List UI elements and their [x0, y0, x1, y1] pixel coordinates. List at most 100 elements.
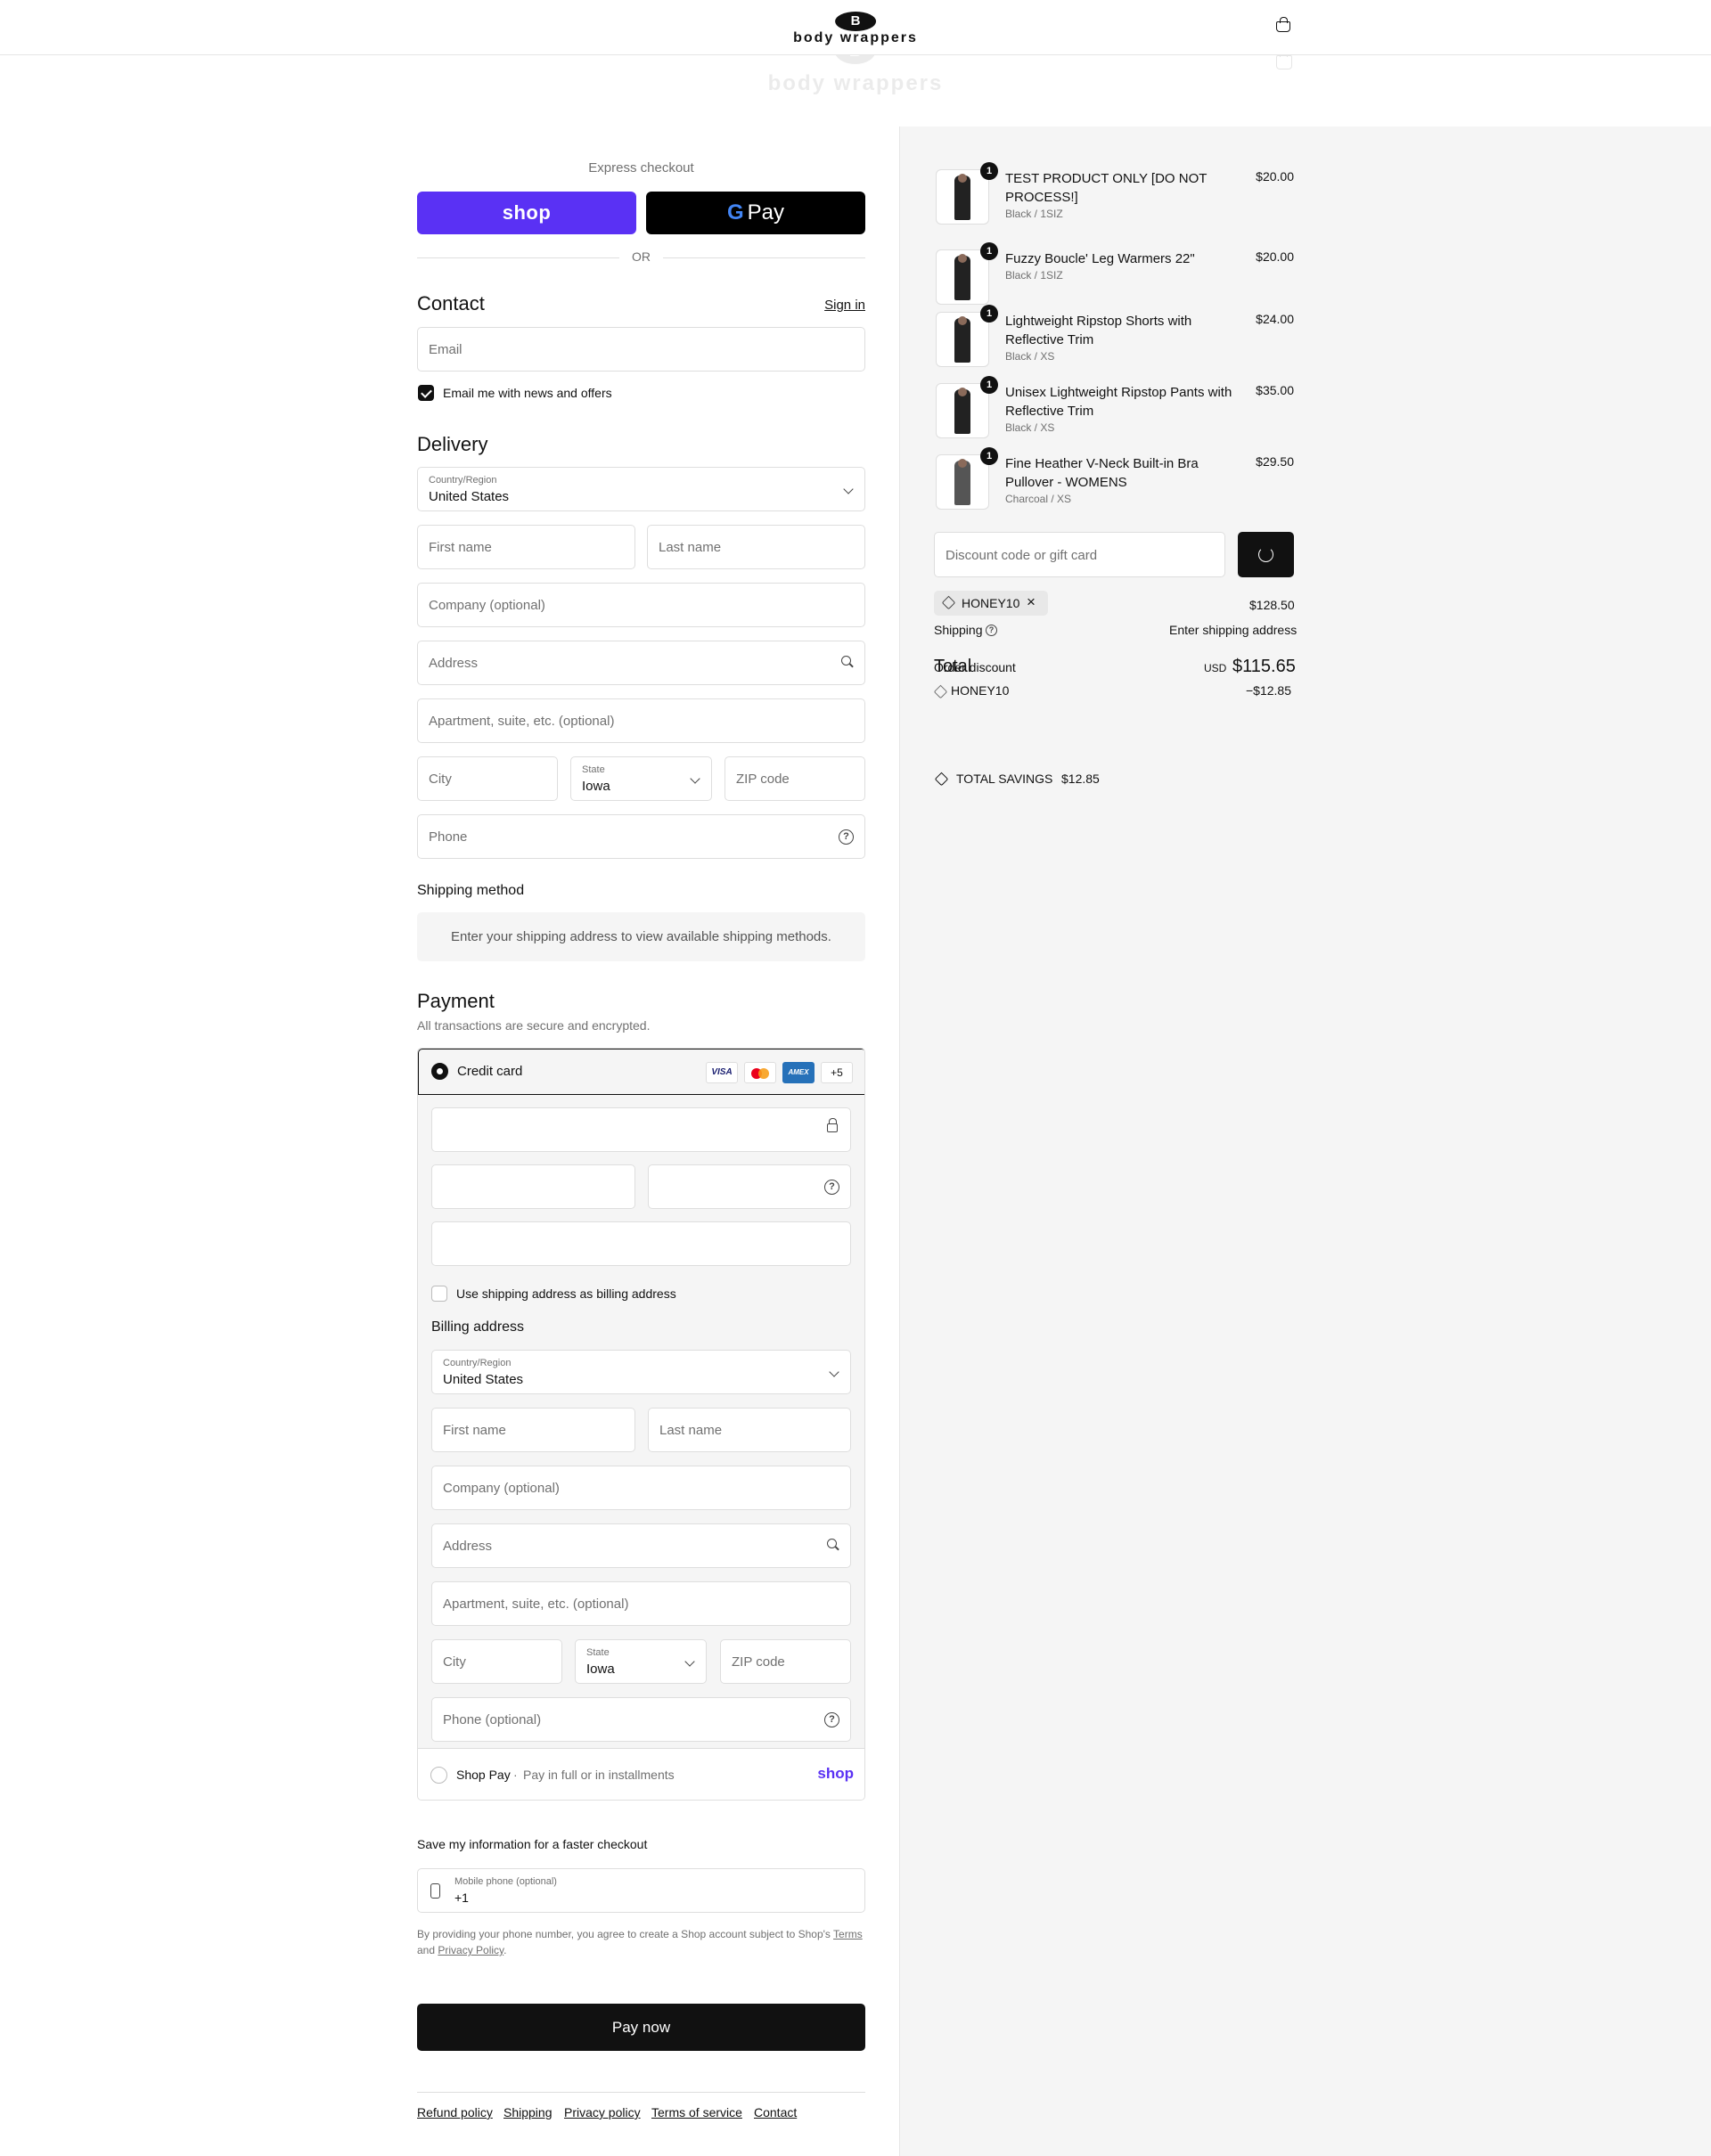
credit-card-label: Credit card — [457, 1064, 523, 1079]
google-g-icon: G — [726, 200, 744, 225]
billing-first-name-field[interactable]: First name — [431, 1408, 635, 1452]
product-variant: Black / 1SIZ — [1005, 269, 1063, 282]
newsletter-label: Email me with news and offers — [443, 386, 612, 400]
payment-methods: Credit card VISA AMEX +5 ? Use shipping … — [417, 1048, 865, 1801]
subtotal-value: $128.50 — [1249, 598, 1295, 612]
first-name-field[interactable]: First name — [417, 525, 635, 569]
billing-last-name-field[interactable]: Last name — [648, 1408, 851, 1452]
or-separator: OR — [632, 249, 651, 264]
billing-country-select[interactable]: Country/Region United States — [431, 1350, 851, 1394]
billing-address-field[interactable]: Address — [431, 1523, 851, 1568]
use-shipping-address-checkbox[interactable] — [431, 1286, 447, 1302]
product-name: Fuzzy Boucle' Leg Warmers 22" — [1005, 251, 1195, 266]
refund-policy-link[interactable]: Refund policy — [417, 2105, 493, 2119]
remove-discount-icon[interactable]: × — [1027, 593, 1036, 611]
help-icon[interactable]: ? — [824, 1712, 839, 1727]
product-price: $20.00 — [1256, 249, 1294, 264]
discount-code-label: HONEY10 — [951, 683, 1010, 698]
mobile-phone-field[interactable]: Mobile phone (optional) +1 — [417, 1868, 865, 1913]
credit-card-option[interactable]: Credit card VISA AMEX +5 — [418, 1049, 864, 1095]
discount-code-input[interactable]: Discount code or gift card — [934, 532, 1225, 577]
more-cards-badge: +5 — [821, 1062, 853, 1083]
privacy-policy-link[interactable]: Privacy Policy — [438, 1944, 503, 1956]
shop-pay-separator: · — [513, 1768, 518, 1782]
shipping-help-icon[interactable]: ? — [986, 625, 997, 636]
use-shipping-address-label: Use shipping address as billing address — [456, 1286, 676, 1301]
shop-pay-radio[interactable] — [430, 1767, 447, 1784]
shipping-link[interactable]: Shipping — [503, 2105, 553, 2119]
country-select[interactable]: Country/Region United States — [417, 467, 865, 511]
help-icon[interactable]: ? — [824, 1180, 839, 1195]
product-price: $24.00 — [1256, 312, 1294, 326]
mastercard-icon — [744, 1062, 776, 1083]
brand-logo-mark: B — [835, 12, 876, 31]
loading-spinner-icon — [1258, 547, 1273, 562]
shop-pay-description: Pay in full or in installments — [523, 1768, 675, 1782]
phone-field[interactable]: Phone? — [417, 814, 865, 859]
email-field[interactable]: Email — [417, 327, 865, 372]
card-cvv-field[interactable]: ? — [648, 1164, 851, 1209]
billing-phone-field[interactable]: Phone (optional)? — [431, 1697, 851, 1742]
visa-icon: VISA — [706, 1062, 738, 1083]
card-name-field[interactable] — [431, 1221, 851, 1266]
bag-icon-watermark — [1276, 51, 1292, 69]
privacy-policy-footer-link[interactable]: Privacy policy — [564, 2105, 641, 2119]
phone-icon — [430, 1883, 440, 1899]
chevron-down-icon — [829, 1367, 839, 1377]
payment-subtitle: All transactions are secure and encrypte… — [417, 1018, 651, 1033]
newsletter-checkbox[interactable] — [418, 385, 434, 401]
product-thumbnail — [936, 383, 989, 438]
shop-pay-express-button[interactable]: shop — [417, 192, 636, 234]
brand-logo-name: body wrappers — [793, 30, 918, 45]
chevron-down-icon — [843, 484, 854, 494]
contact-link[interactable]: Contact — [754, 2105, 797, 2119]
quantity-badge: 1 — [980, 376, 998, 394]
product-variant: Black / XS — [1005, 350, 1055, 363]
terms-of-service-link[interactable]: Terms of service — [651, 2105, 742, 2119]
product-thumbnail — [936, 169, 989, 225]
shopping-bag-icon[interactable] — [1276, 17, 1290, 32]
shipping-value: Enter shipping address — [1169, 623, 1298, 637]
shop-terms-notice: By providing your phone number, you agre… — [417, 1928, 863, 1956]
cart-item: 1 Lightweight Ripstop Shorts with Reflec… — [936, 305, 1294, 374]
product-price: $29.50 — [1256, 454, 1294, 469]
contact-heading: Contact — [417, 292, 485, 314]
last-name-field[interactable]: Last name — [647, 525, 865, 569]
delivery-heading: Delivery — [417, 433, 488, 455]
express-checkout-label: Express checkout — [588, 160, 694, 176]
billing-state-select[interactable]: State Iowa — [575, 1639, 707, 1684]
product-thumbnail — [936, 312, 989, 367]
sign-in-link[interactable]: Sign in — [824, 298, 865, 313]
billing-company-field[interactable]: Company (optional) — [431, 1466, 851, 1510]
apply-discount-button[interactable] — [1238, 532, 1294, 577]
company-field[interactable]: Company (optional) — [417, 583, 865, 627]
cart-item: 1 TEST PRODUCT ONLY [DO NOT PROCESS!] Bl… — [936, 162, 1294, 232]
search-icon — [827, 1539, 839, 1551]
google-pay-button[interactable]: G Pay — [646, 192, 865, 234]
card-number-field[interactable] — [431, 1107, 851, 1152]
cart-item: 1 Fuzzy Boucle' Leg Warmers 22" Black / … — [936, 242, 1294, 312]
payment-heading: Payment — [417, 990, 495, 1012]
product-variant: Black / 1SIZ — [1005, 208, 1063, 220]
currency-code: USD — [1204, 662, 1227, 674]
address-field[interactable]: Address — [417, 641, 865, 685]
credit-card-radio[interactable] — [431, 1063, 448, 1080]
shop-pay-option[interactable]: Shop Pay · Pay in full or in installment… — [418, 1748, 864, 1800]
pay-now-button[interactable]: Pay now — [417, 2004, 865, 2051]
product-name: Lightweight Ripstop Shorts with Reflecti… — [1005, 314, 1192, 347]
brand-logo[interactable]: B body wrappers — [793, 12, 918, 45]
shipping-method-heading: Shipping method — [417, 883, 525, 898]
apartment-field[interactable]: Apartment, suite, etc. (optional) — [417, 698, 865, 743]
help-icon[interactable]: ? — [839, 829, 854, 845]
city-field[interactable]: City — [417, 756, 558, 801]
shipping-label: Shipping — [934, 623, 983, 637]
billing-apartment-field[interactable]: Apartment, suite, etc. (optional) — [431, 1581, 851, 1626]
billing-city-field[interactable]: City — [431, 1639, 562, 1684]
terms-link[interactable]: Terms — [833, 1928, 863, 1940]
quantity-badge: 1 — [980, 305, 998, 323]
header-bar: B body wrappers — [0, 0, 1711, 55]
billing-zip-field[interactable]: ZIP code — [720, 1639, 851, 1684]
card-expiry-field[interactable] — [431, 1164, 635, 1209]
zip-field[interactable]: ZIP code — [725, 756, 865, 801]
state-select[interactable]: State Iowa — [570, 756, 712, 801]
